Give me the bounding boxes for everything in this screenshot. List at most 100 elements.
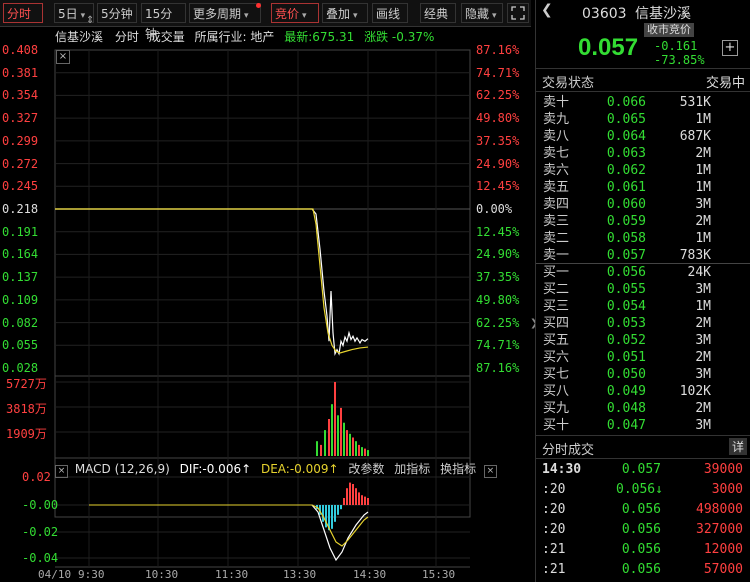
ask-row[interactable]: 卖三 0.059 2M	[536, 213, 750, 230]
trade-status-label: 交易状态	[542, 76, 595, 91]
volume-bar	[324, 430, 326, 456]
bid-level-label: 买四	[543, 316, 570, 331]
bid-level-label: 买六	[543, 350, 570, 365]
bid-row[interactable]: 买四 0.053 2M	[536, 315, 750, 332]
bid-row[interactable]: 买七 0.050 3M	[536, 366, 750, 383]
ask-price: 0.063	[606, 146, 646, 161]
ask-price: 0.058	[606, 231, 646, 246]
time-axis-label: 15:30	[422, 568, 456, 581]
bid-row[interactable]: 买五 0.052 3M	[536, 332, 750, 349]
chart-area[interactable]	[0, 27, 531, 582]
ask-level-label: 卖十	[543, 95, 570, 110]
bid-price: 0.056	[606, 265, 646, 280]
tab-intraday[interactable]: 分时	[3, 3, 43, 23]
bid-row[interactable]: 买九 0.048 2M	[536, 400, 750, 417]
trade-price: 0.056	[621, 502, 661, 517]
hide-dropdown[interactable]: 隐藏 ▾	[461, 3, 503, 23]
price-change: -0.161 -73.85%	[654, 39, 705, 67]
ask-row[interactable]: 卖十 0.066 531K	[536, 94, 750, 111]
macd-histogram-bar	[337, 505, 339, 515]
macd-axis-label: -0.00	[22, 498, 59, 512]
expand-icon[interactable]	[507, 3, 529, 23]
price-axis-label: 0.381	[2, 65, 39, 80]
ask-row[interactable]: 卖八 0.064 687K	[536, 128, 750, 145]
trade-row[interactable]: :20 0.056 327000	[536, 520, 750, 540]
bid-price: 0.055	[606, 282, 646, 297]
trade-time: :20	[542, 482, 566, 497]
draw-lines-button[interactable]: 画线	[372, 3, 408, 23]
ask-row[interactable]: 卖五 0.061 1M	[536, 179, 750, 196]
classic-button[interactable]: 经典	[420, 3, 456, 23]
bid-price: 0.049	[606, 384, 646, 399]
chevron-down-icon: ▾	[492, 11, 497, 21]
edit-params-button[interactable]: 改参数	[348, 462, 384, 476]
ask-price: 0.065	[606, 112, 646, 127]
chevron-down-icon: ▾	[80, 11, 86, 21]
ask-row[interactable]: 卖七 0.063 2M	[536, 145, 750, 162]
bid-row[interactable]: 买八 0.049 102K	[536, 383, 750, 400]
collapse-left-icon[interactable]: ❮	[541, 2, 553, 18]
ask-row[interactable]: 卖一 0.057 783K	[536, 247, 750, 264]
macd-histogram-bar	[346, 488, 348, 505]
trade-time: :20	[542, 502, 566, 517]
add-watchlist-button[interactable]: +	[722, 40, 738, 56]
tab-5min[interactable]: 5分钟	[97, 3, 137, 23]
tab-15min[interactable]: 15分钟	[141, 3, 186, 41]
macd-histogram-bar	[364, 496, 366, 505]
auction-dropdown[interactable]: 竞价 ▾	[271, 3, 319, 23]
switch-indicator-button[interactable]: 换指标	[440, 462, 476, 476]
more-periods-dropdown[interactable]: 更多周期 ▾	[189, 3, 261, 23]
ask-row[interactable]: 卖四 0.060 3M	[536, 196, 750, 213]
trade-price: 0.056	[621, 542, 661, 557]
ask-row[interactable]: 卖六 0.062 1M	[536, 162, 750, 179]
ask-volume: 531K	[679, 95, 711, 110]
bid-volume: 1M	[695, 299, 711, 314]
pct-axis-label: 62.25%	[476, 315, 520, 330]
trade-price: 0.056↓	[616, 482, 663, 497]
trade-volume: 498000	[696, 502, 743, 517]
period-toolbar: 分时 5日 ▾ 5分钟 15分钟 更多周期 ▾ 竞价 ▾ 叠加 ▾ 画线 经典 隐藏 ▾	[0, 0, 531, 41]
ask-level-label: 卖三	[543, 214, 570, 229]
time-axis-label: 9:30	[78, 568, 105, 581]
trade-row[interactable]: 14:30 0.057 39000	[536, 460, 750, 480]
ask-volume: 2M	[695, 214, 711, 229]
bid-row[interactable]: 买六 0.051 2M	[536, 349, 750, 366]
volume-axis-label: 5727万	[6, 377, 47, 391]
detail-button[interactable]: 详	[728, 438, 747, 455]
add-indicator-button[interactable]: 加指标	[394, 462, 430, 476]
pct-axis-label: 37.35%	[476, 270, 520, 285]
bid-row[interactable]: 买三 0.054 1M	[536, 298, 750, 315]
ask-price: 0.066	[606, 95, 646, 110]
close-icon[interactable]: ×	[56, 50, 70, 64]
trade-row[interactable]: :20 0.056 498000	[536, 500, 750, 520]
trade-time: :21	[542, 562, 566, 577]
trade-row[interactable]: :20 0.056↓ 3000	[536, 480, 750, 500]
ask-volume: 2M	[695, 146, 711, 161]
volume-bar	[352, 437, 354, 456]
trade-row[interactable]: :21 0.056 57000	[536, 560, 750, 580]
bid-row[interactable]: 买二 0.055 3M	[536, 281, 750, 298]
time-axis-label: 04/10	[38, 568, 72, 581]
trade-time: :21	[542, 542, 566, 557]
trade-row[interactable]: :21 0.056 12000	[536, 540, 750, 560]
volume-bar	[337, 415, 339, 456]
trade-volume: 3000	[711, 482, 743, 497]
bid-row[interactable]: 买一 0.056 24K	[536, 264, 750, 281]
close-icon[interactable]: ×	[55, 465, 68, 478]
bid-level-label: 买七	[543, 367, 570, 382]
overlay-dropdown[interactable]: 叠加 ▾	[322, 3, 368, 23]
intraday-chart-canvas	[54, 49, 471, 568]
ask-level-label: 卖四	[543, 197, 570, 212]
pct-axis-label: 12.45%	[476, 224, 520, 239]
bid-level-label: 买五	[543, 333, 570, 348]
bid-volume: 2M	[695, 316, 711, 331]
volume-bar	[367, 450, 369, 456]
macd-histogram-bar	[322, 505, 324, 522]
bid-price: 0.054	[606, 299, 646, 314]
stock-name: 信基沙溪	[635, 6, 691, 22]
close-icon[interactable]: ×	[483, 465, 497, 478]
bid-row[interactable]: 买十 0.047 3M	[536, 417, 750, 434]
ask-row[interactable]: 卖二 0.058 1M	[536, 230, 750, 247]
trades-header: 分时成交 详	[536, 435, 750, 459]
ask-row[interactable]: 卖九 0.065 1M	[536, 111, 750, 128]
